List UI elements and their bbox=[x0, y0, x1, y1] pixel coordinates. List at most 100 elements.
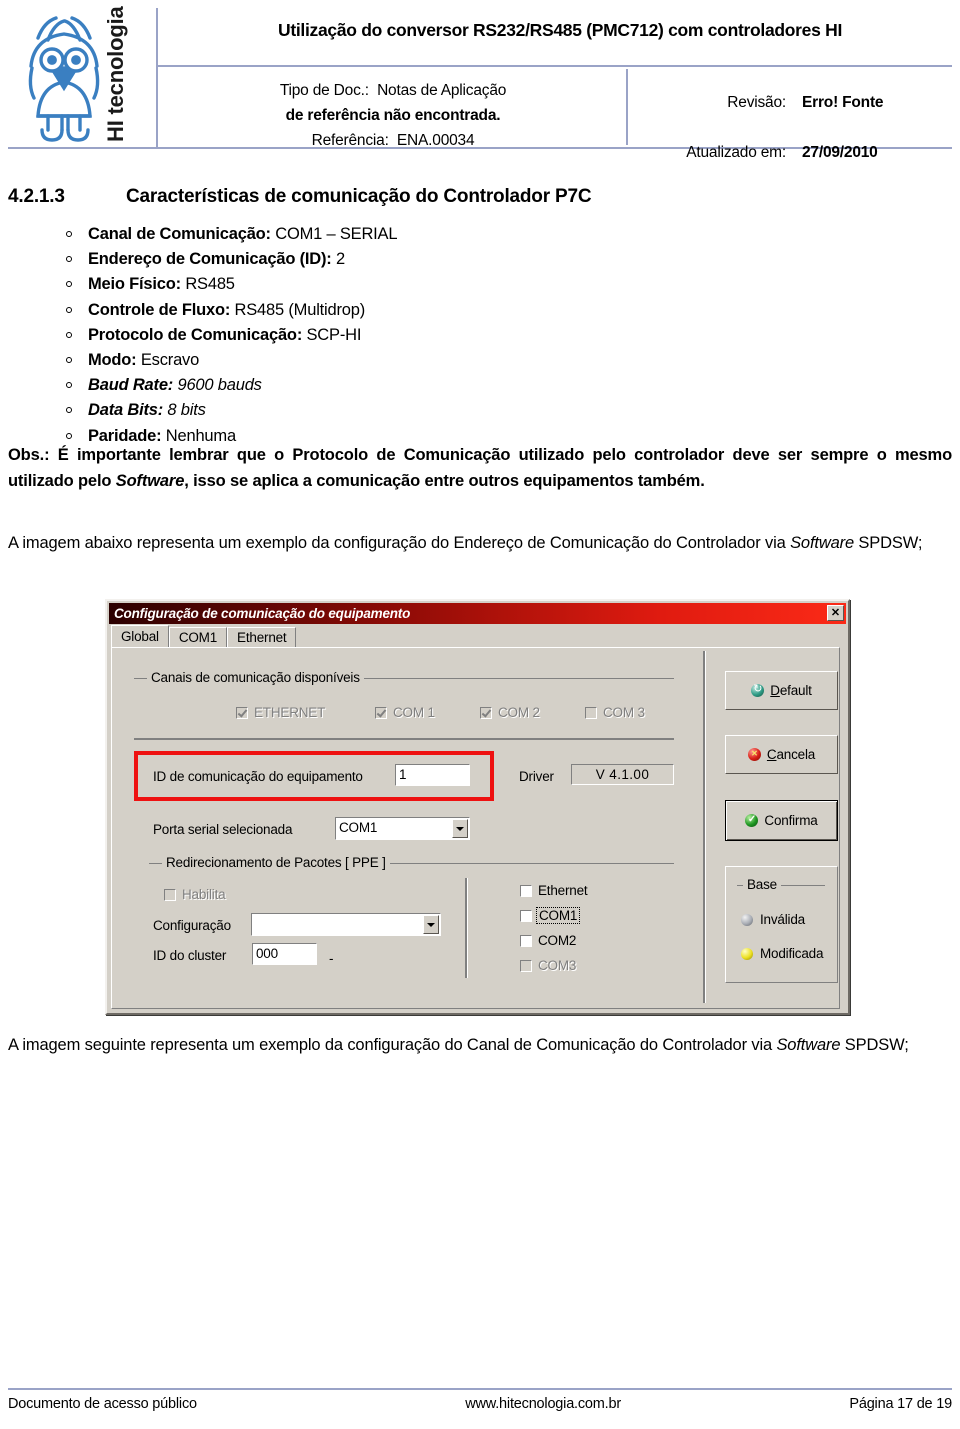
characteristics-list-item: Modo: Escravo bbox=[60, 348, 760, 373]
dialog-titlebar: Configuração de comunicação do equipamen… bbox=[109, 603, 846, 624]
cancel-button-label: Cancela bbox=[767, 747, 815, 762]
characteristics-list-item: Protocolo de Comunicação: SCP-HI bbox=[60, 323, 760, 348]
checkbox-ethernet-label: ETHERNET bbox=[254, 705, 326, 720]
checkbox-com2-channel[interactable]: COM 2 bbox=[480, 705, 540, 720]
logo-cell: HI tecnologia bbox=[8, 6, 156, 149]
header-vertical-divider-left bbox=[156, 8, 158, 149]
characteristics-list-item: Data Bits: 8 bits bbox=[60, 398, 760, 423]
characteristics-item-value: 9600 bauds bbox=[173, 376, 262, 395]
dialog-button-column-divider bbox=[703, 651, 706, 1003]
characteristics-item-value: 8 bits bbox=[163, 401, 206, 420]
serial-port-select[interactable]: COM1 bbox=[335, 817, 470, 840]
characteristics-item-value: RS485 (Multidrop) bbox=[230, 300, 366, 319]
characteristics-item-label: Canal de Comunicação: bbox=[88, 225, 271, 243]
section-number: 4.2.1.3 bbox=[8, 186, 65, 207]
confirm-icon bbox=[745, 812, 759, 828]
checkbox-ppe-com3[interactable]: COM3 bbox=[520, 958, 576, 973]
updated-row: Atualizado em: 27/09/2010 bbox=[634, 128, 952, 178]
characteristics-list-item: Endereço de Comunicação (ID): 2 bbox=[60, 247, 760, 272]
checkbox-ppe-ethernet-label: Ethernet bbox=[538, 883, 588, 898]
checkbox-com2-box bbox=[480, 706, 492, 719]
default-button[interactable]: Default bbox=[725, 671, 838, 710]
cluster-id-label: ID do cluster bbox=[153, 948, 227, 963]
serial-port-label: Porta serial selecionada bbox=[153, 822, 293, 837]
chevron-down-icon[interactable] bbox=[452, 819, 468, 838]
characteristics-item-label: Baud Rate: bbox=[88, 376, 174, 395]
document-header: HI tecnologia Utilização do conversor RS… bbox=[8, 6, 952, 161]
characteristics-item-label: Endereço de Comunicação (ID): bbox=[88, 250, 332, 269]
checkbox-com3-channel[interactable]: COM 3 bbox=[585, 705, 645, 720]
image1-caption-paragraph: A imagem abaixo representa um exemplo da… bbox=[8, 531, 952, 557]
checkbox-ethernet-channel[interactable]: ETHERNET bbox=[236, 705, 325, 720]
yellow-led-icon bbox=[741, 947, 753, 960]
default-button-rest: efault bbox=[779, 683, 812, 698]
characteristics-item-value: RS485 bbox=[180, 275, 235, 294]
channels-separator-line bbox=[134, 738, 674, 740]
img1-software-word: Software bbox=[790, 534, 854, 552]
characteristics-item-value: 2 bbox=[331, 250, 345, 269]
updated-value: 27/09/2010 bbox=[802, 144, 878, 161]
checkbox-ppe-com2[interactable]: COM2 bbox=[520, 933, 576, 948]
communication-config-dialog[interactable]: Configuração de comunicação do equipamen… bbox=[105, 599, 850, 1015]
img1-text-1: A imagem abaixo representa um exemplo da… bbox=[8, 534, 791, 552]
checkbox-com1-channel[interactable]: COM 1 bbox=[375, 705, 435, 720]
checkbox-ppe-ethernet[interactable]: Ethernet bbox=[520, 883, 588, 898]
checkbox-habilita-label: Habilita bbox=[182, 887, 226, 902]
characteristics-list: Canal de Comunicação: COM1 – SERIAL Ender… bbox=[60, 222, 760, 449]
serial-port-value: COM1 bbox=[339, 820, 378, 835]
characteristics-item-label: Meio Físico: bbox=[88, 275, 181, 294]
cancel-button[interactable]: Cancela bbox=[725, 735, 838, 774]
tab-com1[interactable]: COM1 bbox=[168, 627, 228, 647]
obs-text-2: , isso se aplica a comunicação entre out… bbox=[184, 471, 705, 490]
updated-label: Atualizado em: bbox=[686, 144, 786, 161]
cluster-id-input[interactable]: 000 bbox=[252, 943, 317, 965]
characteristics-item-label: Protocolo de Comunicação: bbox=[88, 325, 303, 344]
cluster-id-suffix: - bbox=[329, 951, 334, 966]
observation-paragraph: Obs.: É importante lembrar que o Protoco… bbox=[8, 443, 952, 494]
dialog-tabstrip[interactable]: Global COM1 Ethernet bbox=[111, 625, 297, 647]
doc-type-value: Notas de Aplicação bbox=[377, 82, 507, 99]
cancel-button-rest: ancela bbox=[776, 747, 816, 762]
checkbox-ppe-com1[interactable]: COM1 bbox=[520, 907, 581, 924]
doc-type-error: de referência não encontrada. bbox=[285, 107, 501, 124]
doc-type-label: Tipo de Doc.: bbox=[279, 82, 369, 99]
ppe-configuracao-select[interactable] bbox=[251, 913, 441, 936]
cancel-icon bbox=[747, 747, 761, 761]
footer-divider bbox=[8, 1388, 952, 1390]
img1-text-2: SPDSW; bbox=[853, 534, 923, 552]
obs-prefix: Obs.: bbox=[8, 446, 50, 464]
tab-ethernet[interactable]: Ethernet bbox=[227, 627, 297, 647]
ppe-group: Redirecionamento de Pacotes [ PPE ] bbox=[149, 855, 674, 870]
close-icon[interactable]: ✕ bbox=[827, 605, 844, 621]
checkbox-habilita-box bbox=[164, 888, 176, 901]
checkbox-ppe-com2-box bbox=[520, 934, 532, 947]
doc-ref-value: ENA.00034 bbox=[396, 132, 475, 149]
document-footer: Documento de acesso público www.hitecnol… bbox=[8, 1396, 952, 1412]
ppe-group-legend: Redirecionamento de Pacotes [ PPE ] bbox=[162, 855, 390, 870]
doc-ref-label: Referência: bbox=[311, 132, 389, 149]
header-horizontal-divider bbox=[158, 65, 952, 67]
characteristics-item-value: Nenhuma bbox=[161, 426, 236, 445]
characteristics-item-value: COM1 – SERIAL bbox=[270, 225, 398, 243]
checkbox-ppe-com3-box bbox=[520, 959, 532, 972]
device-id-input[interactable]: 1 bbox=[395, 764, 470, 786]
base-status-modificada-label: Modificada bbox=[760, 946, 824, 961]
default-button-mnemonic: D bbox=[770, 683, 780, 698]
characteristics-list-item: Controle de Fluxo: RS485 (Multidrop) bbox=[60, 298, 760, 323]
checkbox-habilita[interactable]: Habilita bbox=[164, 887, 226, 902]
checkbox-com1-box bbox=[375, 706, 387, 719]
img2-software-word: Software bbox=[776, 1036, 841, 1054]
available-channels-legend: Canais de comunicação disponíveis bbox=[147, 670, 364, 685]
header-vertical-divider-mid bbox=[626, 69, 628, 145]
characteristics-item-value: SCP-HI bbox=[302, 325, 362, 344]
footer-page-number: Página 17 de 19 bbox=[849, 1396, 952, 1412]
chevron-down-icon-2[interactable] bbox=[423, 915, 439, 934]
obs-software-word: Software bbox=[115, 471, 185, 490]
refresh-icon bbox=[751, 682, 765, 697]
tab-global[interactable]: Global bbox=[111, 625, 169, 647]
confirm-button[interactable]: Confirma bbox=[725, 800, 838, 841]
confirm-button-label: Confirma bbox=[764, 813, 818, 828]
ppe-configuracao-label: Configuração bbox=[153, 918, 231, 933]
grey-led-icon bbox=[741, 913, 753, 926]
image2-caption-paragraph: A imagem seguinte representa um exemplo … bbox=[8, 1033, 952, 1059]
